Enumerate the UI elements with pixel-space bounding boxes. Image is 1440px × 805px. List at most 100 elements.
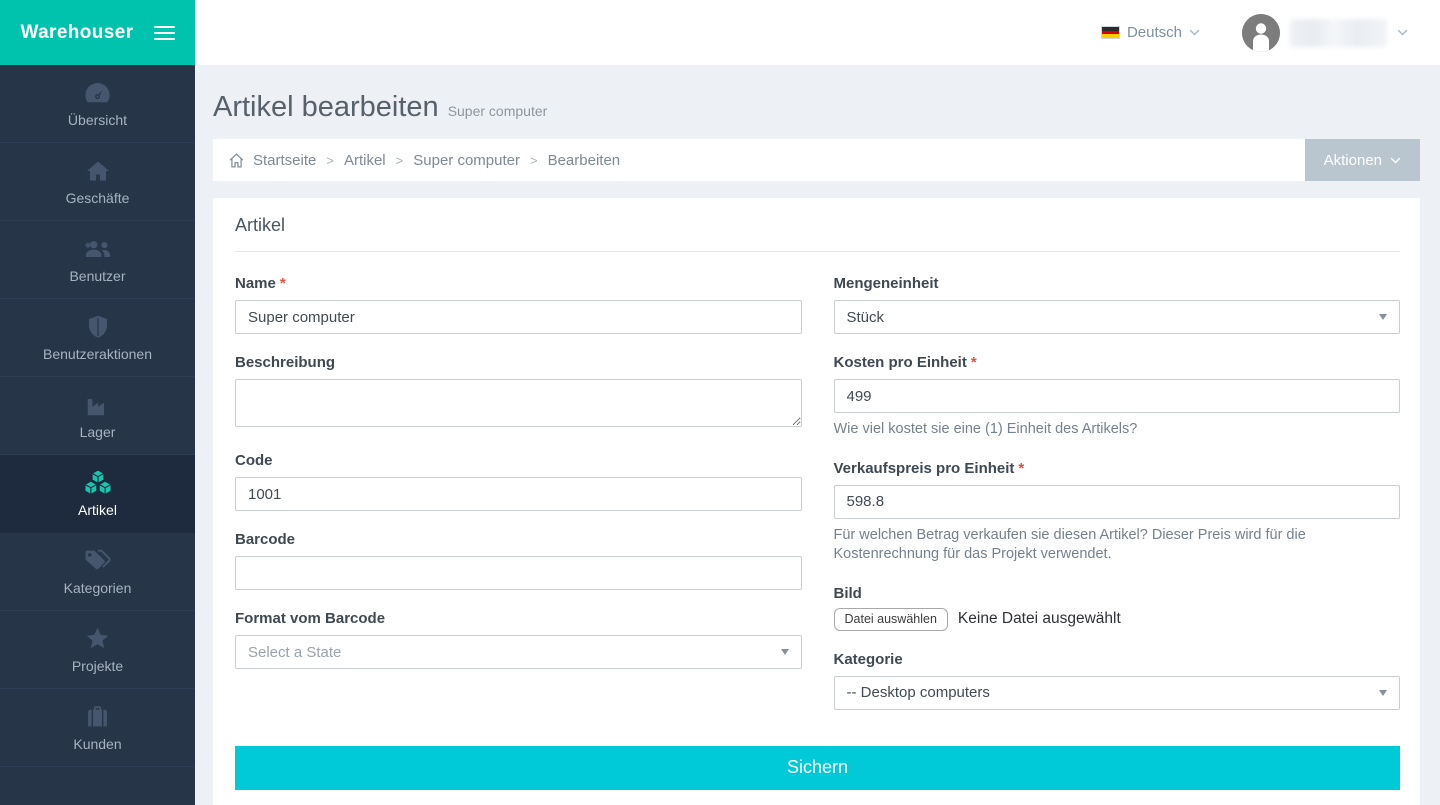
gauge-icon [84, 80, 111, 106]
chevron-down-icon [1390, 157, 1401, 164]
verkaufspreis-label: Verkaufspreis pro Einheit [834, 460, 1015, 477]
aktionen-label: Aktionen [1324, 152, 1382, 169]
sidebar-item-label: Lager [80, 424, 116, 440]
field-beschreibung: Beschreibung [235, 354, 802, 432]
app-logo: Warehouser [0, 0, 195, 65]
datei-auswaehlen-button[interactable]: Datei auswählen [834, 608, 948, 631]
breadcrumb-separator: > [530, 153, 538, 168]
topbar: Deutsch [195, 0, 1440, 65]
kategorie-label: Kategorie [834, 651, 1401, 668]
sidebar-item-kategorien[interactable]: Kategorien [0, 533, 195, 611]
sidebar-item-artikel[interactable]: Artikel [0, 455, 195, 533]
beschreibung-textarea[interactable] [235, 379, 802, 427]
page-title: Artikel bearbeiten [213, 91, 439, 124]
name-label: Name [235, 275, 276, 292]
user-name-redacted [1290, 19, 1387, 47]
code-input[interactable] [235, 477, 802, 511]
home-icon [86, 158, 110, 184]
select-placeholder: Select a State [248, 644, 341, 661]
language-selector[interactable]: Deutsch [1101, 24, 1200, 41]
panel-title: Artikel [235, 215, 1400, 252]
star-icon [85, 626, 110, 652]
shield-icon [88, 314, 108, 340]
home-icon [228, 152, 245, 169]
factory-icon [85, 392, 111, 418]
user-menu[interactable] [1242, 14, 1408, 52]
kosten-input[interactable] [834, 379, 1401, 413]
form-left-column: Name* Beschreibung Code Barcode [235, 275, 802, 689]
sidebar: Warehouser Übersicht Geschäfte Benutzer [0, 0, 195, 805]
sidebar-item-label: Geschäfte [66, 190, 130, 206]
app-title: Warehouser [20, 22, 133, 44]
breadcrumb-link-startseite[interactable]: Startseite [253, 152, 316, 169]
user-avatar [1242, 14, 1280, 52]
barcode-label: Barcode [235, 531, 802, 548]
form-right-column: Mengeneinheit Stück Kosten pro Einheit* … [834, 275, 1401, 730]
file-status-text: Keine Datei ausgewählt [958, 610, 1121, 628]
breadcrumb-link-artikel[interactable]: Artikel [344, 152, 386, 169]
sidebar-item-benutzer[interactable]: Benutzer [0, 221, 195, 299]
caret-down-icon [781, 649, 789, 655]
german-flag-icon [1101, 26, 1120, 39]
aktionen-button[interactable]: Aktionen [1305, 139, 1420, 181]
content: Artikel bearbeiten Super computer Starts… [195, 91, 1440, 805]
mengeneinheit-label: Mengeneinheit [834, 275, 1401, 292]
field-code: Code [235, 452, 802, 511]
required-asterisk: * [1018, 460, 1024, 477]
page-subtitle: Super computer [448, 103, 548, 119]
field-barcode: Barcode [235, 531, 802, 590]
chevron-down-icon [1397, 29, 1408, 36]
verkaufspreis-input[interactable] [834, 485, 1401, 519]
users-icon [83, 236, 113, 262]
breadcrumb: Startseite > Artikel > Super computer > … [213, 139, 1420, 181]
breadcrumb-separator: > [396, 153, 404, 168]
kosten-help-text: Wie viel kostet sie eine (1) Einheit des… [834, 420, 1379, 440]
breadcrumb-separator: > [326, 153, 334, 168]
sidebar-item-label: Kunden [73, 736, 121, 752]
sidebar-item-projekte[interactable]: Projekte [0, 611, 195, 689]
sidebar-item-label: Kategorien [64, 580, 132, 596]
sidebar-item-kunden[interactable]: Kunden [0, 689, 195, 767]
bild-file-input: Datei auswählen Keine Datei ausgewählt [834, 608, 1401, 631]
field-mengeneinheit: Mengeneinheit Stück [834, 275, 1401, 334]
sidebar-item-label: Projekte [72, 658, 123, 674]
required-asterisk: * [280, 275, 286, 292]
page-head: Artikel bearbeiten Super computer [213, 91, 1420, 124]
form-grid: Name* Beschreibung Code Barcode [235, 275, 1400, 730]
sidebar-item-benutzeraktionen[interactable]: Benutzeraktionen [0, 299, 195, 377]
caret-down-icon [1379, 690, 1387, 696]
sidebar-nav: Übersicht Geschäfte Benutzer Benutzerakt… [0, 65, 195, 767]
cubes-icon [83, 470, 113, 496]
main-area: Deutsch Artikel bearbeiten Super compute… [195, 0, 1440, 805]
sidebar-item-uebersicht[interactable]: Übersicht [0, 65, 195, 143]
bild-label: Bild [834, 585, 1401, 602]
sidebar-item-label: Benutzeraktionen [43, 346, 152, 362]
artikel-form-panel: Artikel Name* Beschreibung Code [213, 198, 1420, 805]
tags-icon [84, 548, 111, 574]
chevron-down-icon [1189, 29, 1200, 36]
field-verkaufspreis-pro-einheit: Verkaufspreis pro Einheit* Für welchen B… [834, 460, 1401, 565]
sidebar-item-label: Übersicht [68, 112, 127, 128]
caret-down-icon [1379, 314, 1387, 320]
kosten-label: Kosten pro Einheit [834, 354, 967, 371]
breadcrumb-link-super-computer[interactable]: Super computer [413, 152, 520, 169]
field-format-vom-barcode: Format vom Barcode Select a State [235, 610, 802, 669]
hamburger-menu-icon[interactable] [154, 26, 175, 40]
kategorie-select[interactable]: -- Desktop computers [834, 676, 1401, 710]
field-kosten-pro-einheit: Kosten pro Einheit* Wie viel kostet sie … [834, 354, 1401, 440]
beschreibung-label: Beschreibung [235, 354, 802, 371]
sichern-button[interactable]: Sichern [235, 746, 1400, 790]
field-bild: Bild Datei auswählen Keine Datei ausgewä… [834, 585, 1401, 631]
sidebar-item-geschaefte[interactable]: Geschäfte [0, 143, 195, 221]
name-input[interactable] [235, 300, 802, 334]
sidebar-item-label: Artikel [78, 502, 117, 518]
sidebar-item-lager[interactable]: Lager [0, 377, 195, 455]
mengeneinheit-select[interactable]: Stück [834, 300, 1401, 334]
required-asterisk: * [971, 354, 977, 371]
format-vom-barcode-label: Format vom Barcode [235, 610, 802, 627]
barcode-input[interactable] [235, 556, 802, 590]
format-vom-barcode-select[interactable]: Select a State [235, 635, 802, 669]
suitcase-icon [85, 704, 110, 730]
sidebar-item-label: Benutzer [69, 268, 125, 284]
code-label: Code [235, 452, 802, 469]
